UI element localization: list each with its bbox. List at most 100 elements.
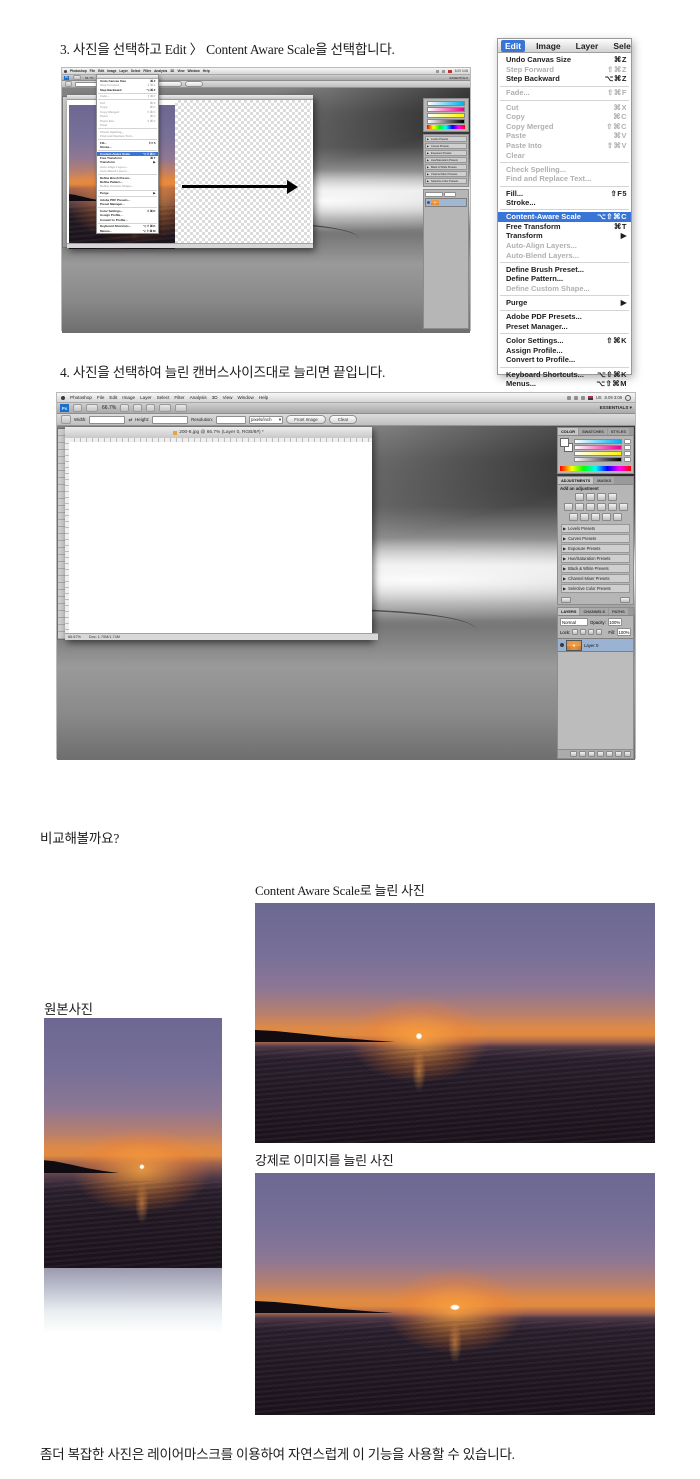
panel-tab-styles[interactable]: STYLES — [608, 428, 629, 435]
exposure-icon[interactable] — [608, 493, 617, 501]
yellow-slider[interactable] — [427, 113, 465, 118]
invert-icon[interactable] — [569, 513, 578, 521]
preset-group-curves-presets[interactable]: ▶Curves Presets — [425, 143, 467, 149]
eye-icon[interactable] — [427, 201, 430, 204]
menubar-item-image[interactable]: Image — [107, 69, 116, 73]
panel-tab-paths[interactable]: PATHS — [609, 608, 628, 615]
menubar-item-file[interactable]: File — [90, 69, 96, 73]
panel-expand-icon[interactable] — [561, 597, 571, 603]
volume-icon[interactable] — [581, 396, 585, 400]
arrange-documents-icon[interactable] — [159, 404, 171, 412]
menubar-item-view[interactable]: View — [177, 69, 184, 73]
menubar-item-file[interactable]: File — [97, 395, 104, 400]
panel-tab-layers[interactable]: LAYERS — [558, 608, 579, 615]
resolution-input[interactable] — [216, 416, 246, 424]
curves-icon[interactable] — [597, 493, 606, 501]
front-image-button[interactable]: Front Image — [286, 415, 326, 424]
threshold-icon[interactable] — [591, 513, 600, 521]
channel-mixer-icon[interactable] — [619, 503, 628, 511]
new-fill-layer-icon[interactable] — [597, 751, 604, 757]
selective-color-icon[interactable] — [613, 513, 622, 521]
cyan-slider[interactable] — [574, 439, 622, 444]
preset-group-levels-presets[interactable]: ▶Levels Presets — [425, 136, 467, 142]
menubar-item-window[interactable]: Window — [237, 395, 253, 400]
foreground-background-swatches[interactable] — [560, 438, 572, 452]
gradient-map-icon[interactable] — [602, 513, 611, 521]
brightness-contrast-icon[interactable] — [575, 493, 584, 501]
menu-item-convert-to-profile[interactable]: Convert to Profile... — [97, 218, 158, 222]
menu-item-content-aware-scale[interactable]: Content-Aware Scale⌥⇧⌘C — [498, 212, 631, 222]
eye-icon[interactable] — [560, 643, 564, 647]
us-flag-icon[interactable] — [588, 396, 593, 400]
menu-item-define-brush-preset[interactable]: Define Brush Preset... — [498, 265, 631, 275]
layer-row[interactable]: Layer 0 — [558, 638, 633, 652]
view-extras-icon[interactable] — [86, 404, 98, 412]
magenta-slider[interactable] — [427, 107, 465, 112]
menu-item-step-backward[interactable]: Step Backward⌥⌘Z — [498, 74, 631, 84]
cyan-slider[interactable] — [427, 101, 465, 106]
workspace-switcher[interactable]: ESSENTIALS — [449, 76, 468, 80]
posterize-icon[interactable] — [580, 513, 589, 521]
photo-filter-icon[interactable] — [608, 503, 617, 511]
panel-tab-masks[interactable]: MASKS — [594, 477, 614, 484]
clear-button[interactable]: Clear — [329, 415, 357, 424]
color-spectrum-bar[interactable] — [427, 125, 465, 129]
menubar-item-3d[interactable]: 3D — [170, 69, 174, 73]
new-group-icon[interactable] — [606, 751, 613, 757]
menubar-item-layer[interactable]: Layer — [119, 69, 128, 73]
menubar-item-photoshop[interactable]: Photoshop — [70, 69, 87, 73]
menu-item-assign-profile[interactable]: Assign Profile... — [498, 346, 631, 356]
menubar-item-analysis[interactable]: Analysis — [154, 69, 167, 73]
unit-select[interactable]: pixels/inch▾ — [249, 416, 283, 424]
vibrance-icon[interactable] — [564, 503, 573, 511]
menubar-item-edit[interactable]: Edit — [98, 69, 104, 73]
menubar-item-layer[interactable]: Layer — [572, 40, 603, 52]
new-layer-icon[interactable] — [615, 751, 622, 757]
spotlight-search-icon[interactable] — [625, 395, 631, 401]
menu-item-undo-canvas-size[interactable]: Undo Canvas Size⌘Z — [498, 55, 631, 65]
panel-tab-swatches[interactable]: SWATCHES — [579, 428, 607, 435]
preset-group-channel-mixer-presets[interactable]: ▶Channel Mixer Presets — [561, 574, 630, 583]
menubar-item-filter[interactable]: Filter — [143, 69, 151, 73]
magenta-slider[interactable] — [574, 445, 622, 450]
menubar-item-filter[interactable]: Filter — [174, 395, 184, 400]
menu-item-free-transform[interactable]: Free Transform⌘T — [498, 222, 631, 232]
layer-row[interactable] — [425, 198, 467, 207]
preset-group-exposure-presets[interactable]: ▶Exposure Presets — [425, 150, 467, 156]
menubar-item-edit[interactable]: Edit — [501, 40, 525, 52]
color-balance-icon[interactable] — [586, 503, 595, 511]
panel-tab-channels[interactable]: CHANNELS — [580, 608, 608, 615]
panel-tab-adjustments[interactable]: ADJUSTMENTS — [558, 477, 593, 484]
menu-item-fill[interactable]: Fill...⇧F5 — [498, 189, 631, 199]
menubar-item-analysis[interactable]: Analysis — [190, 395, 207, 400]
preset-group-black-white-presets[interactable]: ▶Black & White Presets — [561, 564, 630, 573]
menu-item-menus[interactable]: Menus...⌥⇧⌘M — [97, 229, 158, 233]
lock-transparency-icon[interactable] — [572, 629, 578, 635]
lock-all-icon[interactable] — [596, 629, 602, 635]
zoom-level[interactable]: 66.7% — [102, 405, 116, 411]
link-layers-icon[interactable] — [570, 751, 577, 757]
preset-group-curves-presets[interactable]: ▶Curves Presets — [561, 534, 630, 543]
preset-group-selective-color-presets[interactable]: ▶Selective Color Presets — [425, 178, 467, 184]
preset-group-levels-presets[interactable]: ▶Levels Presets — [561, 524, 630, 533]
menubar-item-select[interactable]: Select — [609, 40, 631, 52]
menu-item-menus[interactable]: Menus...⌥⇧⌘M — [498, 379, 631, 389]
zoom-level[interactable]: 66.7% — [85, 76, 94, 80]
clip-to-layer-icon[interactable] — [620, 597, 630, 603]
menu-item-transform[interactable]: Transform▶ — [498, 231, 631, 241]
preset-group-hue-saturation-presets[interactable]: ▶Hue/Saturation Presets — [561, 554, 630, 563]
color-spectrum-bar[interactable] — [560, 466, 631, 471]
layer-style-icon[interactable] — [579, 751, 586, 757]
levels-icon[interactable] — [586, 493, 595, 501]
blend-mode-select[interactable]: Normal — [560, 618, 588, 626]
workspace-switcher[interactable]: ESSENTIALS ▾ — [600, 405, 632, 411]
zoom-tool-icon[interactable] — [133, 404, 142, 412]
opacity-field[interactable] — [444, 192, 456, 197]
black-slider[interactable] — [427, 119, 465, 124]
menubar-item-help[interactable]: Help — [259, 395, 268, 400]
black-white-icon[interactable] — [597, 503, 606, 511]
height-input[interactable] — [152, 416, 188, 424]
crop-tool-icon[interactable] — [61, 415, 71, 424]
menu-item-preset-manager[interactable]: Preset Manager... — [97, 202, 158, 206]
menubar-item-photoshop[interactable]: Photoshop — [70, 395, 92, 400]
